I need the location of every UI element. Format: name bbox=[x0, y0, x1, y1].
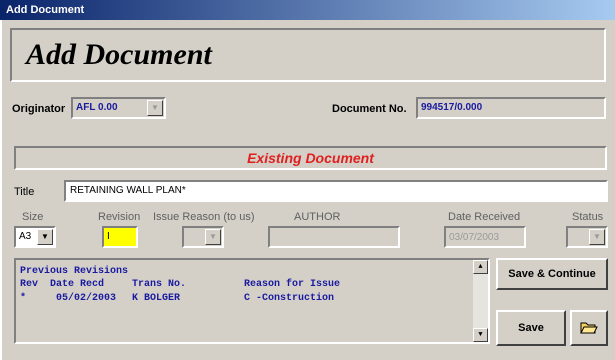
revision-row-rev[interactable]: * bbox=[20, 293, 26, 304]
revisions-heading: Previous Revisions bbox=[20, 266, 129, 277]
status-label: Status bbox=[572, 211, 604, 223]
size-label: Size bbox=[22, 211, 44, 223]
window-title: Add Document bbox=[6, 4, 85, 16]
revision-label: Revision bbox=[98, 211, 141, 223]
revision-row-date[interactable]: 05/02/2003 bbox=[56, 293, 116, 304]
save-continue-label: Save & Continue bbox=[508, 268, 596, 280]
save-label: Save bbox=[518, 322, 544, 334]
document-no-value: 994517/0.000 bbox=[421, 102, 483, 113]
column-header-date: Date Recd bbox=[50, 279, 105, 290]
folder-open-icon bbox=[580, 322, 598, 334]
revision-row-trans[interactable]: K BOLGER bbox=[132, 293, 180, 304]
document-no-field[interactable]: 994517/0.000 bbox=[416, 97, 606, 119]
previous-revisions-list[interactable]: Previous Revisions Rev Date Recd Trans N… bbox=[14, 258, 490, 344]
header-panel: Add Document bbox=[10, 28, 606, 82]
author-label: AUTHOR bbox=[294, 211, 341, 223]
issue-reason-label: Issue Reason (to us) bbox=[153, 211, 255, 223]
author-field[interactable] bbox=[268, 226, 400, 248]
window-title-bar[interactable]: Add Document bbox=[0, 0, 615, 20]
chevron-down-icon[interactable]: ▼ bbox=[589, 229, 605, 245]
size-value: A3 bbox=[19, 231, 32, 242]
open-folder-button[interactable] bbox=[570, 310, 608, 346]
originator-label: Originator bbox=[12, 103, 66, 115]
originator-select[interactable]: AFL 0.00 ▼ bbox=[71, 97, 166, 119]
chevron-down-icon[interactable]: ▼ bbox=[205, 229, 221, 245]
save-button[interactable]: Save bbox=[496, 310, 566, 346]
list-scrollbar[interactable]: ▲ ▼ bbox=[473, 260, 488, 342]
column-header-rev: Rev bbox=[20, 279, 39, 290]
scroll-down-icon[interactable]: ▼ bbox=[473, 328, 488, 342]
save-continue-button[interactable]: Save & Continue bbox=[496, 258, 608, 290]
title-input[interactable]: RETAINING WALL PLAN* bbox=[64, 180, 608, 202]
issue-reason-select[interactable]: ▼ bbox=[182, 226, 224, 248]
page-title: Add Document bbox=[26, 38, 212, 71]
scroll-up-icon[interactable]: ▲ bbox=[473, 260, 488, 274]
column-header-trans: Trans No. bbox=[132, 279, 187, 290]
chevron-down-icon[interactable]: ▼ bbox=[37, 229, 53, 245]
revision-input[interactable]: I bbox=[102, 226, 138, 248]
status-select[interactable]: ▼ bbox=[566, 226, 608, 248]
date-received-label: Date Received bbox=[448, 211, 521, 223]
date-received-field[interactable]: 03/07/2003 bbox=[444, 226, 526, 248]
revision-value: I bbox=[107, 231, 110, 242]
chevron-down-icon[interactable]: ▼ bbox=[147, 100, 163, 116]
column-header-reason: Reason for Issue bbox=[244, 279, 341, 290]
originator-value: AFL 0.00 bbox=[76, 102, 118, 113]
status-banner: Existing Document bbox=[14, 146, 607, 170]
document-no-label: Document No. bbox=[332, 103, 407, 115]
revision-row-reason[interactable]: C -Construction bbox=[244, 293, 334, 304]
date-received-value: 03/07/2003 bbox=[449, 232, 500, 243]
title-label: Title bbox=[14, 186, 35, 198]
size-select[interactable]: A3 ▼ bbox=[14, 226, 56, 248]
title-value: RETAINING WALL PLAN* bbox=[70, 185, 186, 196]
